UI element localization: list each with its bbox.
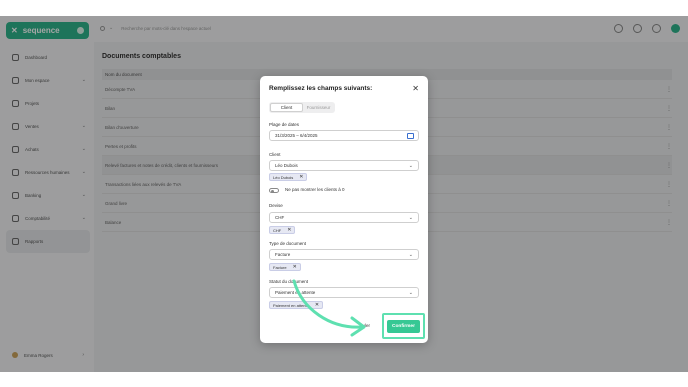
currency-select[interactable]: CHF ⌄ <box>269 212 419 223</box>
calendar-icon[interactable] <box>407 133 414 139</box>
client-select[interactable]: Léo Dubois ⌄ <box>269 160 419 171</box>
date-range-value: 31/3/2025 – 6/4/2025 <box>275 133 318 138</box>
remove-icon[interactable]: ✕ <box>287 227 291 233</box>
currency-label: Devise <box>269 203 283 208</box>
dialog-title: Remplissez les champs suivants: <box>269 85 373 92</box>
hide-zero-clients-label: Ne pas montrer les clients à 0 <box>285 187 345 192</box>
chip-label: Léo Dubois <box>273 174 294 180</box>
tab-client[interactable]: Client <box>270 103 303 112</box>
currency-chip: CHF ✕ <box>269 226 296 234</box>
hide-zero-clients-toggle[interactable] <box>269 188 279 193</box>
date-range-field[interactable]: 31/3/2025 – 6/4/2025 <box>269 130 419 141</box>
client-label: Client <box>269 152 281 157</box>
chevron-down-icon: ⌄ <box>408 162 413 169</box>
chip-label: Facture <box>273 264 287 270</box>
document-type-select[interactable]: Facture ⌄ <box>269 249 419 260</box>
remove-icon[interactable]: ✕ <box>293 264 297 270</box>
close-icon[interactable]: ✕ <box>412 84 419 93</box>
document-type-label: Type de document <box>269 241 307 246</box>
date-range-label: Plage de dates <box>269 122 300 127</box>
client-chip: Léo Dubois ✕ <box>269 173 308 181</box>
client-value: Léo Dubois <box>275 163 298 168</box>
app-window: ✕ sequence Dashboard Mon espace ⌄ Projets… <box>0 16 688 372</box>
chevron-down-icon: ⌄ <box>408 289 413 296</box>
currency-value: CHF <box>275 215 285 220</box>
chevron-down-icon: ⌄ <box>408 251 413 258</box>
pointer-arrow <box>292 279 366 337</box>
remove-icon[interactable]: ✕ <box>299 174 303 180</box>
party-toggle: Client Fournisseur <box>269 102 335 113</box>
confirm-button[interactable]: Confirmer <box>387 319 420 333</box>
tab-fournisseur[interactable]: Fournisseur <box>303 103 334 112</box>
chip-label: CHF <box>273 227 282 233</box>
document-type-value: Facture <box>275 252 291 257</box>
chevron-down-icon: ⌄ <box>408 214 413 221</box>
document-type-chip: Facture ✕ <box>269 263 301 271</box>
